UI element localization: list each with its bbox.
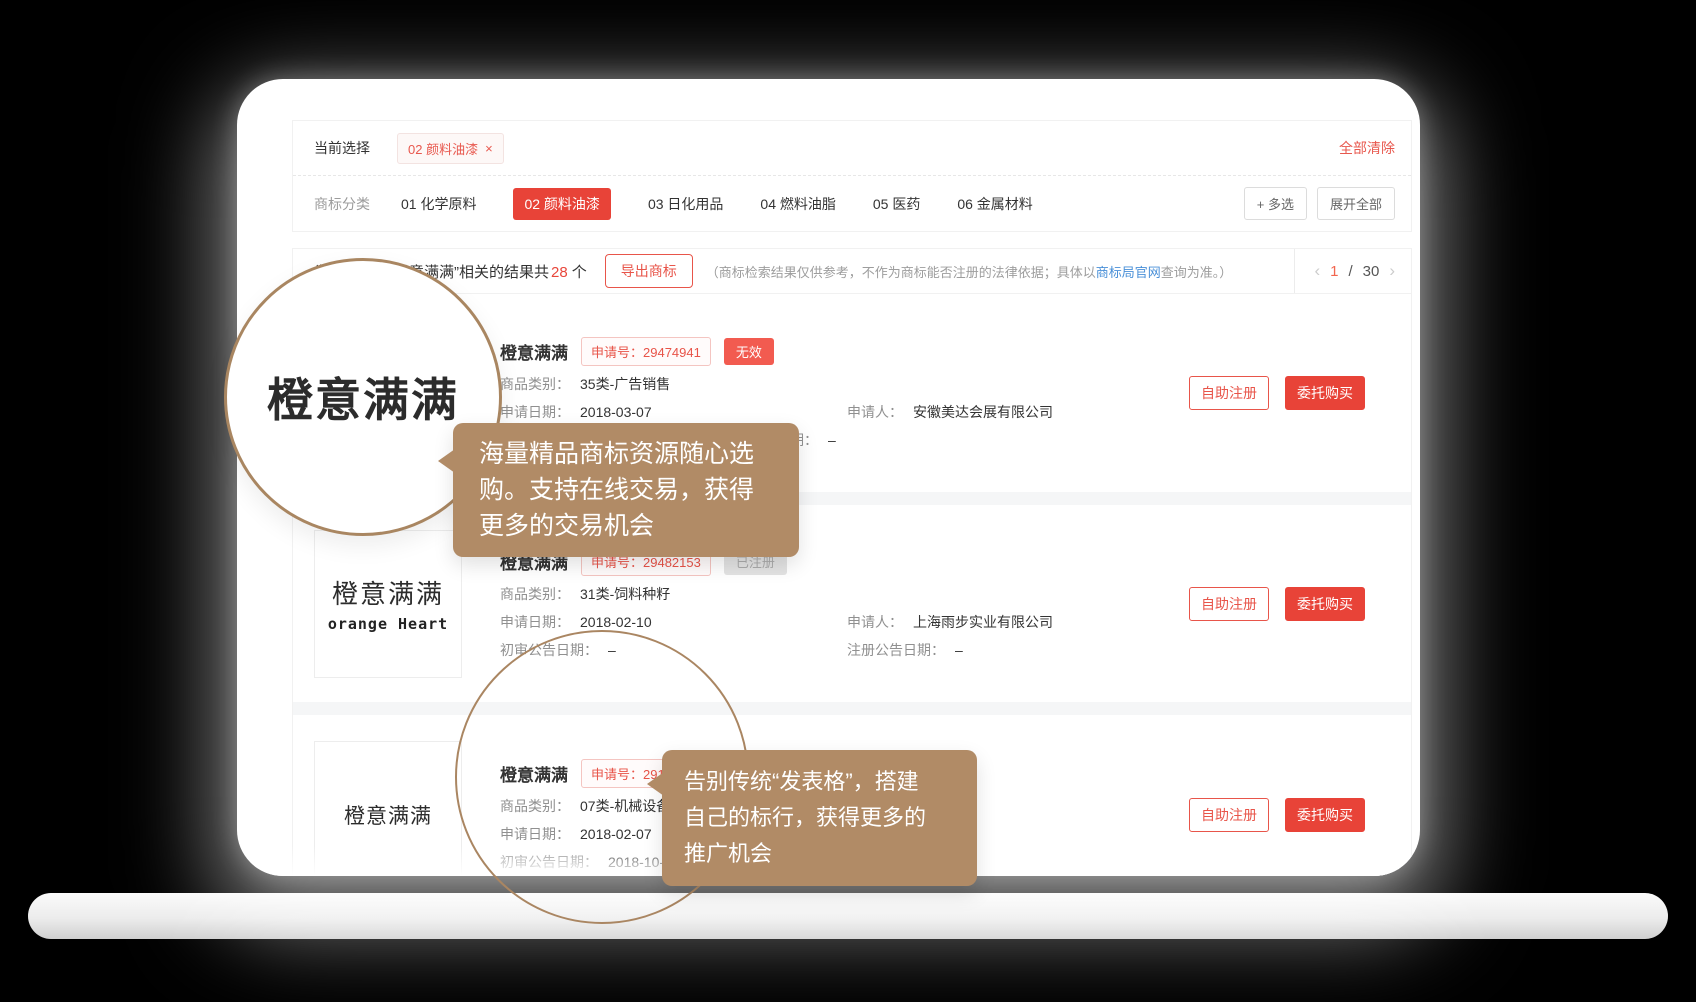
next-page-icon[interactable]: › [1389,261,1395,281]
current-page: 1 [1330,263,1338,280]
application-number-badge: 申请号：29474941 [581,337,711,366]
category-label: 商品类别： [500,375,570,394]
apply-date-value: 2018-03-07 [580,403,652,422]
trademark-thumbnail[interactable]: 橙意满满 orange Heart [314,530,462,678]
trademark-name[interactable]: 橙意满满 [500,339,568,364]
reg-notice-label: 注册公告日期： [847,642,945,658]
category-list: 01 化学原料 02 颜料油漆 03 日化用品 04 燃料油脂 05 医药 06… [401,188,1033,220]
tooltip-line: 推广机会 [684,836,955,872]
current-selection-row: 当前选择 02 颜料油漆 × 全部清除 [293,121,1411,176]
multi-select-button[interactable]: + 多选 [1244,187,1307,220]
filter-card: 当前选择 02 颜料油漆 × 全部清除 商标分类 01 化学原料 02 颜料油漆… [292,120,1412,232]
tooltip-line: 告别传统“发表格”，搭建 [684,764,955,800]
self-register-button[interactable]: 自助注册 [1189,798,1269,832]
reg-notice-value: – [828,432,836,448]
self-register-button[interactable]: 自助注册 [1189,376,1269,410]
tooltip-line: 购。支持在线交易，获得 [479,472,773,508]
trademark-image-text: 橙意满满 [344,800,432,830]
category-bar-label: 商标分类 [314,194,370,214]
results-header: 为您检索到“橙意满满”相关的结果共28个 导出商标 （商标检索结果仅供参考，不作… [293,249,1411,294]
category-value: 31类-饲料种籽 [580,585,670,604]
row-actions: 自助注册 委托购买 [1189,376,1365,410]
remove-filter-icon[interactable]: × [485,141,493,156]
category-label: 商品类别： [500,585,570,604]
delegate-buy-button[interactable]: 委托购买 [1285,587,1365,621]
page-background: 当前选择 02 颜料油漆 × 全部清除 商标分类 01 化学原料 02 颜料油漆… [0,0,1696,1002]
tooltip-line: 更多的交易机会 [479,508,773,544]
delegate-buy-button[interactable]: 委托购买 [1285,376,1365,410]
laptop-base [28,893,1668,939]
selected-filter-tag[interactable]: 02 颜料油漆 × [397,133,504,164]
page-divider: / [1348,263,1352,280]
category-item-04[interactable]: 04 燃料油脂 [760,194,835,214]
trademark-image-subtext: orange Heart [328,615,448,633]
tooltip-line: 自己的标行，获得更多的 [684,800,955,836]
category-item-06[interactable]: 06 金属材料 [957,194,1032,214]
row-actions: 自助注册 委托购买 [1189,798,1365,832]
applicant-value: 上海雨步实业有限公司 [913,614,1053,630]
row-actions: 自助注册 委托购买 [1189,587,1365,621]
apply-date-value: 2018-02-10 [580,613,652,632]
pagination: ‹ 1 / 30 › [1294,249,1405,293]
apply-date-label: 申请日期： [500,613,570,632]
current-selection-label: 当前选择 [314,138,370,158]
category-value: 35类-广告销售 [580,375,670,394]
category-row: 商标分类 01 化学原料 02 颜料油漆 03 日化用品 04 燃料油脂 05 … [293,176,1411,231]
trademark-thumbnail[interactable]: 橙意满满 [314,741,462,876]
trademark-office-link[interactable]: 商标局官网 [1096,265,1161,280]
delegate-buy-button[interactable]: 委托购买 [1285,798,1365,832]
applicant-label: 申请人： [847,614,903,630]
prev-page-icon[interactable]: ‹ [1314,261,1320,281]
self-register-button[interactable]: 自助注册 [1189,587,1269,621]
category-item-05[interactable]: 05 医药 [873,194,920,214]
tooltip-line: 海量精品商标资源随心选 [479,436,773,472]
results-count: 28 [551,264,568,281]
reg-notice-value: – [955,642,963,658]
expand-all-button[interactable]: 展开全部 [1317,187,1395,220]
category-item-02-selected[interactable]: 02 颜料油漆 [513,188,610,220]
selected-filter-tag-label: 02 颜料油漆 [408,139,478,158]
export-trademarks-button[interactable]: 导出商标 [605,254,693,288]
applicant-value: 安徽美达会展有限公司 [913,404,1053,420]
category-item-03[interactable]: 03 日化用品 [648,194,723,214]
apply-date-label: 申请日期： [500,403,570,422]
tooltip-promotion: 告别传统“发表格”，搭建 自己的标行，获得更多的 推广机会 [662,750,977,886]
category-item-01[interactable]: 01 化学原料 [401,194,476,214]
status-badge: 无效 [724,338,774,365]
applicant-label: 申请人： [847,404,903,420]
magnified-trademark-text: 橙意满满 [267,364,459,430]
results-disclaimer: （商标检索结果仅供参考，不作为商标能否注册的法律依据；具体以商标局官网查询为准。… [706,262,1233,281]
clear-all-button[interactable]: 全部清除 [1339,138,1395,158]
trademark-image-text: 橙意满满 [332,574,444,611]
tooltip-marketplace: 海量精品商标资源随心选 购。支持在线交易，获得 更多的交易机会 [453,423,799,557]
total-pages: 30 [1363,263,1380,280]
category-tools: + 多选 展开全部 [1244,187,1395,220]
